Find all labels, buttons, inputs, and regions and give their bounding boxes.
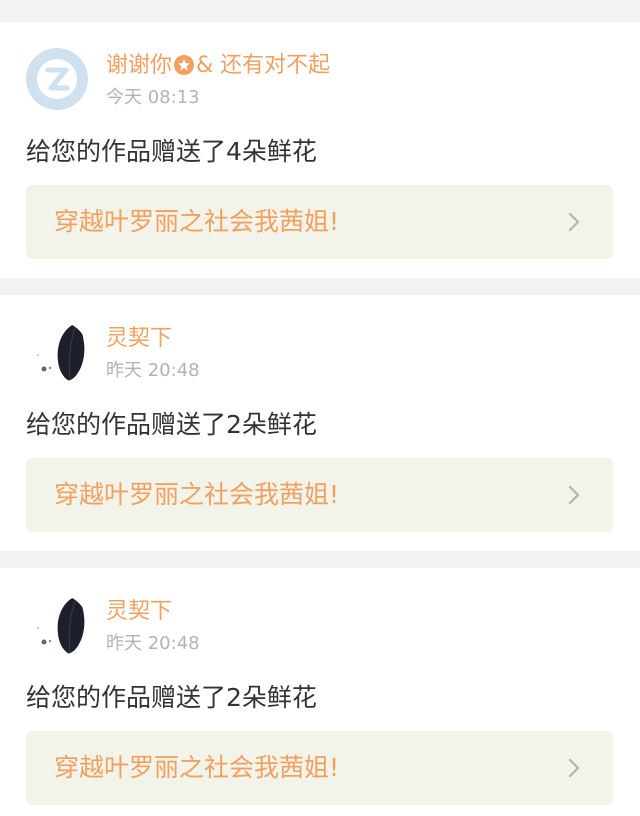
timestamp: 昨天 20:48 xyxy=(106,633,200,654)
timestamp: 昨天 20:48 xyxy=(106,360,200,381)
user-name[interactable]: 灵契下 xyxy=(106,325,172,353)
user-avatar[interactable] xyxy=(26,48,88,110)
user-name[interactable]: 灵契下 xyxy=(106,598,172,626)
notification-feed: 谢谢你 & 还有对不起 今天 08:13 给您的作品赠送了4朵鲜花 穿越叶罗丽之社… xyxy=(0,0,640,816)
work-link[interactable]: 穿越叶罗丽之社会我茜姐! xyxy=(26,458,613,532)
chevron-right-icon xyxy=(568,212,580,232)
gift-message: 给您的作品赠送了2朵鲜花 xyxy=(26,683,317,712)
notification-card: 灵契下 昨天 20:48 给您的作品赠送了2朵鲜花 穿越叶罗丽之社会我茜姐! xyxy=(0,295,640,551)
notification-card: 谢谢你 & 还有对不起 今天 08:13 给您的作品赠送了4朵鲜花 穿越叶罗丽之社… xyxy=(0,22,640,278)
feather-avatar-icon xyxy=(26,321,88,383)
chevron-right-icon xyxy=(568,485,580,505)
work-title: 穿越叶罗丽之社会我茜姐! xyxy=(54,753,340,782)
star-badge-icon xyxy=(174,55,195,75)
gift-message: 给您的作品赠送了4朵鲜花 xyxy=(26,137,317,166)
feather-avatar-icon xyxy=(26,594,88,656)
gift-message: 给您的作品赠送了2朵鲜花 xyxy=(26,410,317,439)
work-link[interactable]: 穿越叶罗丽之社会我茜姐! xyxy=(26,185,613,259)
work-link[interactable]: 穿越叶罗丽之社会我茜姐! xyxy=(26,731,613,805)
timestamp: 今天 08:13 xyxy=(106,87,200,108)
user-avatar[interactable] xyxy=(26,321,88,383)
work-title: 穿越叶罗丽之社会我茜姐! xyxy=(54,207,340,236)
work-title: 穿越叶罗丽之社会我茜姐! xyxy=(54,480,340,509)
default-z-avatar-icon xyxy=(26,48,88,110)
chevron-right-icon xyxy=(568,758,580,778)
user-avatar[interactable] xyxy=(26,594,88,656)
notification-card: 灵契下 昨天 20:48 给您的作品赠送了2朵鲜花 穿越叶罗丽之社会我茜姐! xyxy=(0,568,640,816)
user-name[interactable]: 谢谢你 & 还有对不起 xyxy=(106,52,330,80)
